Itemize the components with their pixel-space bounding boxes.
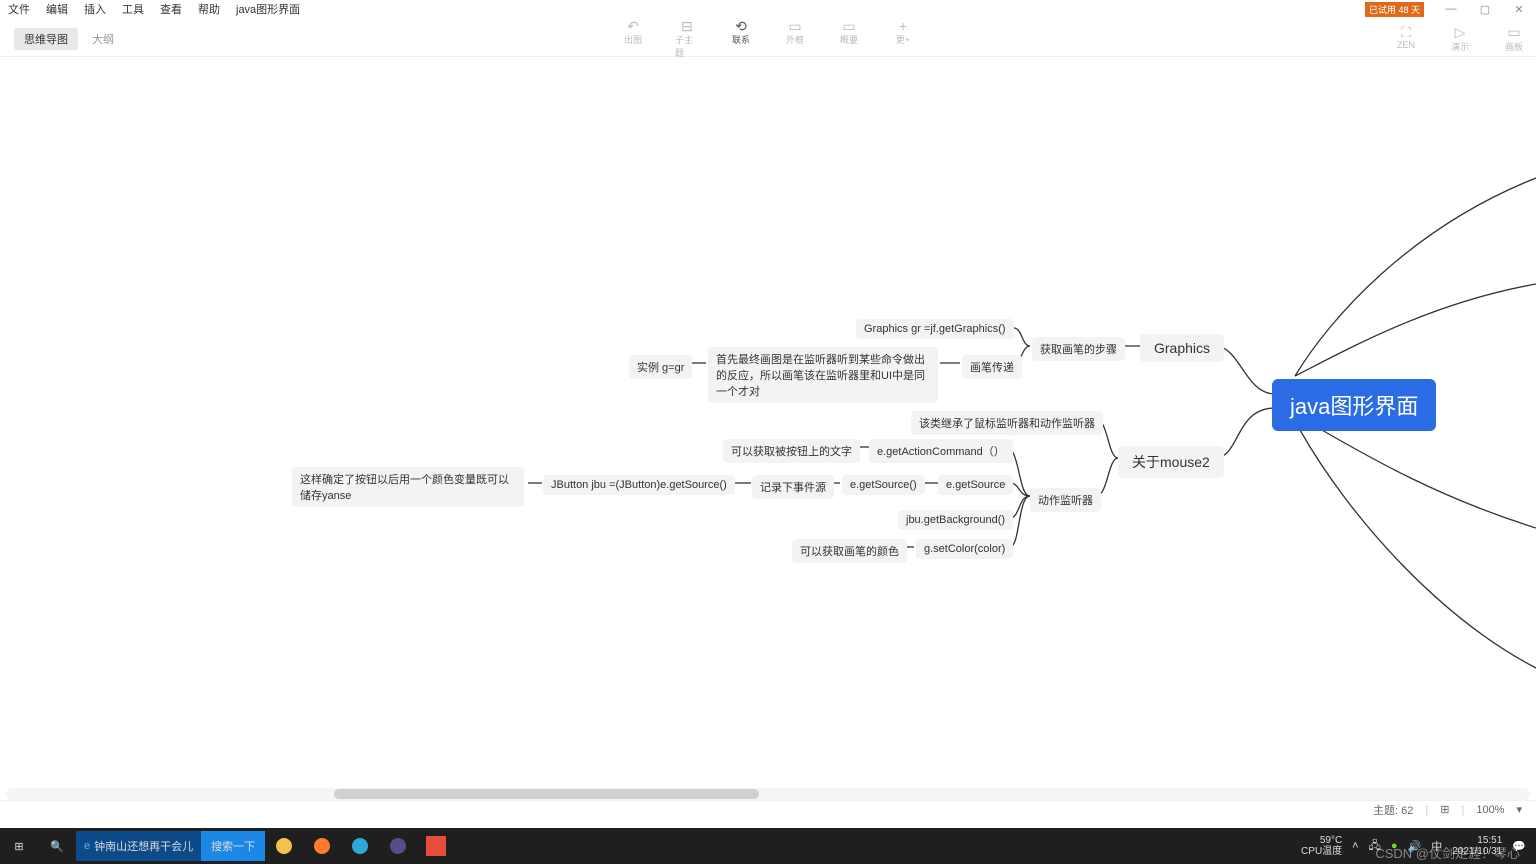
boundary-icon: ▭ xyxy=(786,19,804,33)
node-set-color[interactable]: g.setColor(color) xyxy=(916,539,1013,559)
minimize-button[interactable]: — xyxy=(1434,1,1468,17)
doc-title: java图形界面 xyxy=(228,0,308,19)
topic-count-label: 主题: 62 xyxy=(1373,802,1413,818)
center-tools: ↶出图 ⊟子主题 ⟲联系 ▭外框 ▭概要 +更+ xyxy=(621,19,915,59)
taskbar-search[interactable]: 搜索一下 xyxy=(201,831,265,861)
tab-outline[interactable]: 大纲 xyxy=(92,31,114,47)
tray-chevron-icon[interactable]: ˄ xyxy=(1352,840,1358,852)
tool-layout[interactable]: ▭画板 xyxy=(1502,26,1526,53)
taskbar-browser[interactable]: e钟南山还想再干会儿 xyxy=(76,831,201,861)
edge-icon xyxy=(352,838,368,854)
menu-insert[interactable]: 插入 xyxy=(76,0,114,19)
search-button[interactable]: 🔍 xyxy=(38,828,76,864)
taskbar: ⊞ 🔍 e钟南山还想再干会儿 搜索一下 59°CCPU温度 ˄ 🖧 ● 🔊 中 … xyxy=(0,828,1536,864)
panel-icon: ▭ xyxy=(1505,26,1523,40)
export-icon: ↶ xyxy=(624,19,642,33)
node-action-listener[interactable]: 动作监听器 xyxy=(1030,488,1101,512)
zoom-chevron-icon[interactable]: ▾ xyxy=(1516,803,1522,816)
tool-present[interactable]: ▷演示 xyxy=(1448,26,1472,53)
node-record[interactable]: 记录下事件源 xyxy=(752,475,834,499)
node-first[interactable]: 首先最终画图是在监听器听到某些命令做出的反应，所以画笔该在监听器里和UI中是同一… xyxy=(708,347,938,403)
trial-badge: 已试用 48 天 xyxy=(1365,2,1424,17)
menu-help[interactable]: 帮助 xyxy=(190,0,228,19)
node-get-graphics[interactable]: Graphics gr =jf.getGraphics() xyxy=(856,319,1014,339)
node-get-source-2[interactable]: e.getSource() xyxy=(842,475,925,495)
watermark: CSDN @仗剑走涯！琴心 xyxy=(1375,843,1520,862)
status-bar: 主题: 62 | ⊞ | 100% ▾ xyxy=(0,800,1536,818)
node-store[interactable]: 这样确定了按钮以后用一个颜色变量既可以储存yanse xyxy=(292,467,524,507)
xmind-icon xyxy=(426,836,446,856)
start-button[interactable]: ⊞ xyxy=(0,828,38,864)
relate-icon: ⟲ xyxy=(732,19,750,33)
taskbar-edge[interactable] xyxy=(341,828,379,864)
menu-bar: 文件 编辑 插入 工具 查看 帮助 java图形界面 xyxy=(0,0,1536,18)
mindmap-canvas[interactable]: java图形界面 Graphics 获取画笔的步骤 Graphics gr =j… xyxy=(0,58,1536,784)
zoom-level[interactable]: 100% xyxy=(1476,804,1504,816)
tool-boundary[interactable]: ▭概要 xyxy=(837,19,861,59)
menu-view[interactable]: 查看 xyxy=(152,0,190,19)
node-jbutton[interactable]: JButton jbu =(JButton)e.getSource() xyxy=(543,475,735,495)
tab-bar: 思维导图 大纲 ↶出图 ⊟子主题 ⟲联系 ▭外框 ▭概要 +更+ ⛶ZEN ▷演… xyxy=(0,22,1536,57)
maximize-button[interactable]: ▢ xyxy=(1468,1,1502,17)
play-icon: ▷ xyxy=(1451,26,1469,40)
menu-tools[interactable]: 工具 xyxy=(114,0,152,19)
menu-file[interactable]: 文件 xyxy=(0,0,38,19)
tool-subtopic[interactable]: ⊟子主题 xyxy=(675,19,699,59)
plus-icon: + xyxy=(894,19,912,33)
firefox-icon xyxy=(314,838,330,854)
node-pass[interactable]: 画笔传递 xyxy=(962,355,1022,379)
tool-more[interactable]: +更+ xyxy=(891,19,915,59)
node-get-action[interactable]: e.getActionCommand（） xyxy=(869,439,1013,463)
taskbar-eclipse[interactable] xyxy=(379,828,417,864)
summary-icon: ▭ xyxy=(840,19,858,33)
window-controls: — ▢ ✕ xyxy=(1434,1,1536,17)
taskbar-explorer[interactable] xyxy=(265,828,303,864)
tool-relate[interactable]: ⟲联系 xyxy=(729,19,753,59)
menu-edit[interactable]: 编辑 xyxy=(38,0,76,19)
tool-summary[interactable]: ▭外框 xyxy=(783,19,807,59)
node-example[interactable]: 实例 g=gr xyxy=(629,355,692,379)
subtopic-icon: ⊟ xyxy=(678,19,696,33)
tool-undo[interactable]: ↶出图 xyxy=(621,19,645,59)
tab-mindmap[interactable]: 思维导图 xyxy=(14,28,78,50)
scrollbar-thumb[interactable] xyxy=(334,789,759,799)
ie-icon: e xyxy=(84,840,90,852)
tool-zen[interactable]: ⛶ZEN xyxy=(1394,26,1418,53)
node-inherit[interactable]: 该类继承了鼠标监听器和动作监听器 xyxy=(911,411,1103,435)
close-button[interactable]: ✕ xyxy=(1502,1,1536,17)
node-get-step[interactable]: 获取画笔的步骤 xyxy=(1032,337,1125,361)
node-get-text[interactable]: 可以获取被按钮上的文字 xyxy=(723,439,860,463)
taskbar-xmind[interactable] xyxy=(417,828,455,864)
right-tools: ⛶ZEN ▷演示 ▭画板 xyxy=(1394,26,1526,53)
fullscreen-icon: ⛶ xyxy=(1397,26,1415,40)
taskbar-firefox[interactable] xyxy=(303,828,341,864)
map-icon[interactable]: ⊞ xyxy=(1440,803,1449,816)
node-get-bg[interactable]: jbu.getBackground() xyxy=(898,510,1013,530)
root-node[interactable]: java图形界面 xyxy=(1272,379,1436,431)
eclipse-icon xyxy=(390,838,406,854)
node-graphics[interactable]: Graphics xyxy=(1140,334,1224,362)
horizontal-scrollbar[interactable] xyxy=(6,788,1530,800)
node-get-source-1[interactable]: e.getSource xyxy=(938,475,1013,495)
cpu-temp: 59°CCPU温度 xyxy=(1301,835,1342,857)
folder-icon xyxy=(276,838,292,854)
node-get-pen-color[interactable]: 可以获取画笔的颜色 xyxy=(792,539,907,563)
node-mouse2[interactable]: 关于mouse2 xyxy=(1118,446,1224,478)
